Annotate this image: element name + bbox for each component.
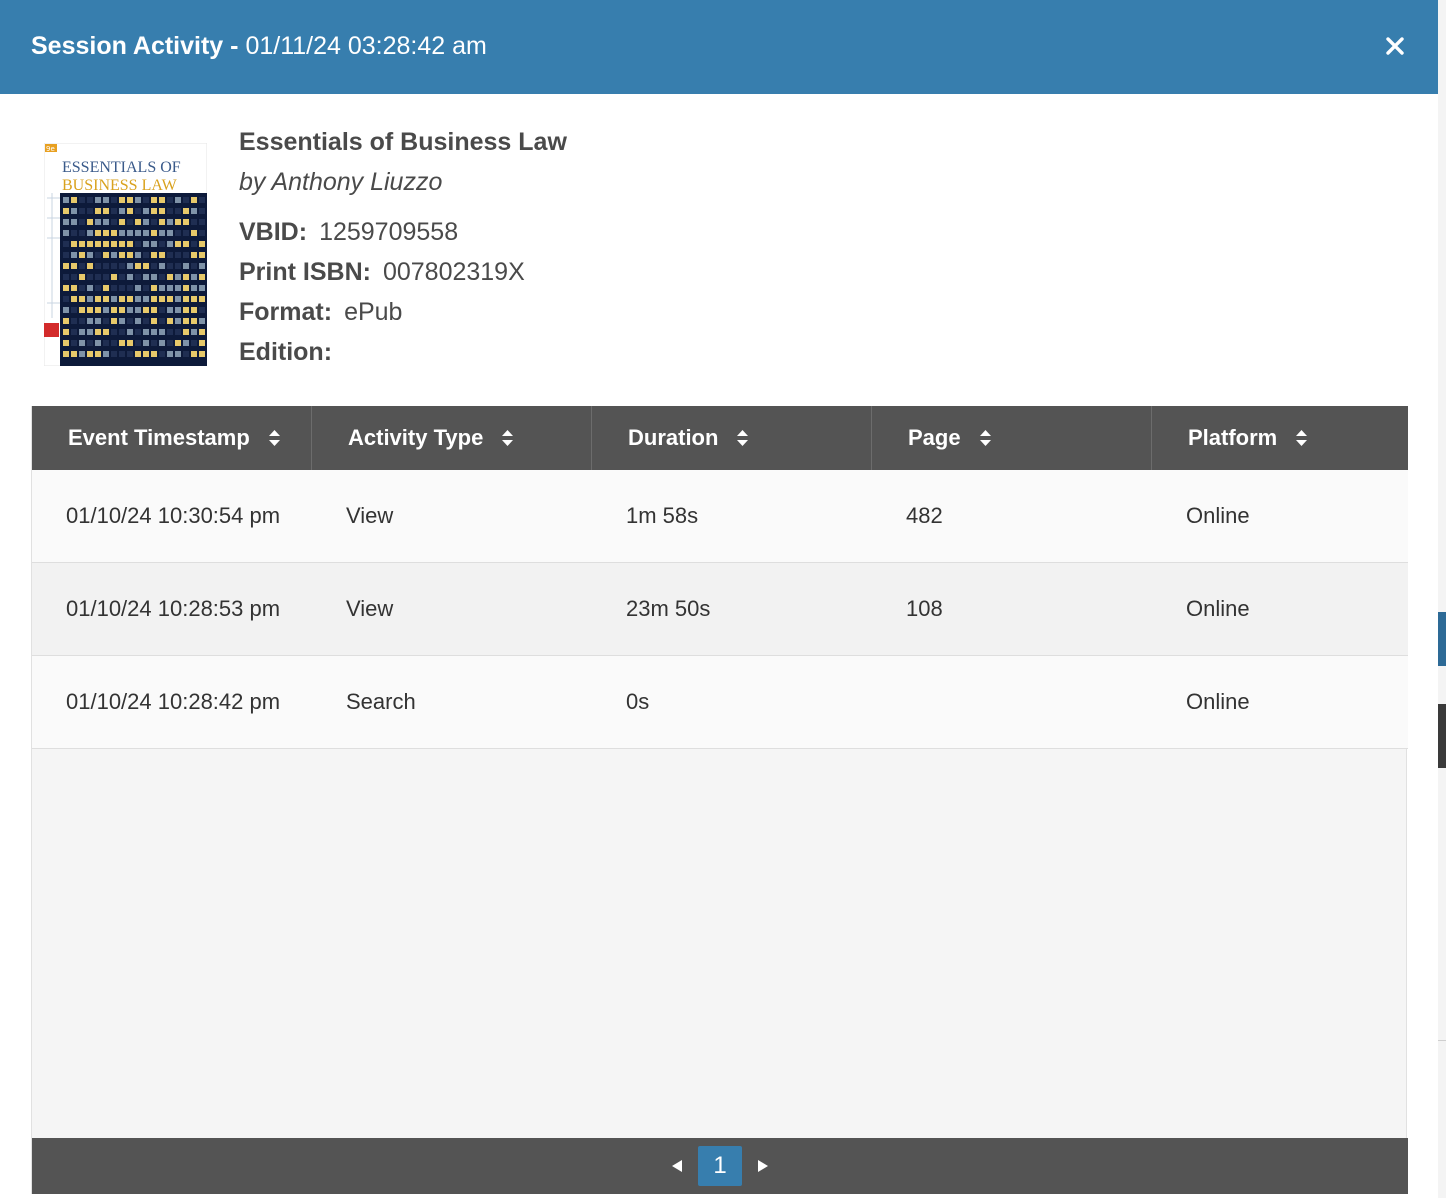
sort-icon: [1295, 429, 1308, 447]
meta-label: Print ISBN:: [239, 258, 371, 286]
column-header-label: Event Timestamp: [68, 425, 250, 450]
cell-duration: 1m 58s: [626, 503, 699, 528]
column-header-platform[interactable]: Platform: [1152, 406, 1408, 470]
sort-icon: [501, 429, 514, 447]
cell-event-timestamp: 01/10/24 10:30:54 pm: [66, 503, 281, 528]
background-block: [1438, 612, 1446, 666]
sort-icon: [268, 429, 281, 447]
sort-icon: [736, 429, 749, 447]
column-header-page[interactable]: Page: [872, 406, 1152, 470]
column-header-label: Duration: [628, 425, 719, 450]
meta-label: Edition:: [239, 338, 333, 366]
cover-edition-badge: 9e: [46, 145, 55, 153]
book-cover-graphic: 9e ESSENTIALS OF BUSINESS LAW: [44, 143, 207, 366]
cell-activity-type: View: [346, 596, 394, 621]
cell-event-timestamp: 01/10/24 10:28:53 pm: [66, 596, 281, 621]
cell-platform: Online: [1186, 689, 1250, 714]
column-header-activity-type[interactable]: Activity Type: [312, 406, 592, 470]
book-info: Essentials of Business Law by Anthony Li…: [239, 126, 567, 372]
session-activity-modal: Session Activity - 01/11/24 03:28:42 am …: [0, 0, 1438, 1198]
activity-table: Event Timestamp Activity Type Duration P…: [31, 406, 1408, 1194]
cell-page: 108: [906, 596, 943, 621]
caret-left-icon: [672, 1160, 682, 1172]
modal-title: Session Activity - 01/11/24 03:28:42 am: [31, 30, 487, 62]
meta-value: ePub: [344, 298, 403, 326]
cell-activity-type: Search: [346, 689, 416, 714]
meta-value: 1259709558: [319, 218, 459, 246]
book-cover-image: 9e ESSENTIALS OF BUSINESS LAW: [44, 143, 207, 366]
book-meta: VBID: 1259709558 Print ISBN: 007802319X Fo…: [239, 212, 567, 372]
table-row: 01/10/24 10:28:42 pm Search 0s Online: [32, 656, 1408, 749]
cover-title-line1: ESSENTIALS OF: [62, 159, 181, 176]
book-title: Essentials of Business Law: [239, 128, 567, 156]
cell-event-timestamp: 01/10/24 10:28:42 pm: [66, 689, 281, 714]
meta-edition: Edition:: [239, 332, 567, 372]
background-block: [1438, 704, 1446, 768]
column-header-label: Activity Type: [348, 425, 484, 450]
modal-title-timestamp: 01/11/24 03:28:42 am: [245, 32, 487, 60]
modal-title-label: Session Activity: [31, 32, 224, 60]
modal-title-separator: -: [230, 32, 239, 60]
next-page-button[interactable]: [748, 1146, 778, 1186]
cell-duration: 23m 50s: [626, 596, 711, 621]
background-divider: [1438, 1040, 1446, 1041]
meta-label: VBID:: [239, 218, 308, 246]
close-icon: [1386, 37, 1404, 55]
cell-platform: Online: [1186, 503, 1250, 528]
table-body: 01/10/24 10:30:54 pm View 1m 58s 482 Onl…: [32, 470, 1408, 749]
meta-value: 007802319X: [382, 258, 525, 286]
page-1-button[interactable]: 1: [698, 1146, 742, 1186]
cell-page: [872, 656, 1152, 748]
column-header-label: Page: [908, 425, 961, 450]
column-header-event-timestamp[interactable]: Event Timestamp: [32, 406, 312, 470]
table-header: Event Timestamp Activity Type Duration P…: [32, 406, 1408, 470]
close-button[interactable]: [1378, 29, 1412, 63]
cell-activity-type: View: [346, 503, 394, 528]
background-page-edge: [1438, 0, 1446, 1198]
modal-header: Session Activity - 01/11/24 03:28:42 am: [0, 0, 1438, 94]
column-header-label: Platform: [1188, 425, 1278, 450]
meta-label: Format:: [239, 298, 333, 326]
meta-vbid: VBID: 1259709558: [239, 212, 567, 252]
book-author: by Anthony Liuzzo: [239, 168, 443, 196]
cell-page: 482: [906, 503, 943, 528]
table-row: 01/10/24 10:30:54 pm View 1m 58s 482 Onl…: [32, 470, 1408, 563]
meta-print-isbn: Print ISBN: 007802319X: [239, 252, 567, 292]
meta-format: Format: ePub: [239, 292, 567, 332]
caret-right-icon: [758, 1160, 768, 1172]
pagination: 1: [32, 1138, 1408, 1194]
prev-page-button[interactable]: [662, 1146, 692, 1186]
sort-icon: [979, 429, 992, 447]
cell-platform: Online: [1186, 596, 1250, 621]
table-row: 01/10/24 10:28:53 pm View 23m 50s 108 On…: [32, 563, 1408, 656]
cell-duration: 0s: [626, 689, 650, 714]
cover-title-line2: BUSINESS LAW: [62, 177, 178, 194]
column-header-duration[interactable]: Duration: [592, 406, 872, 470]
